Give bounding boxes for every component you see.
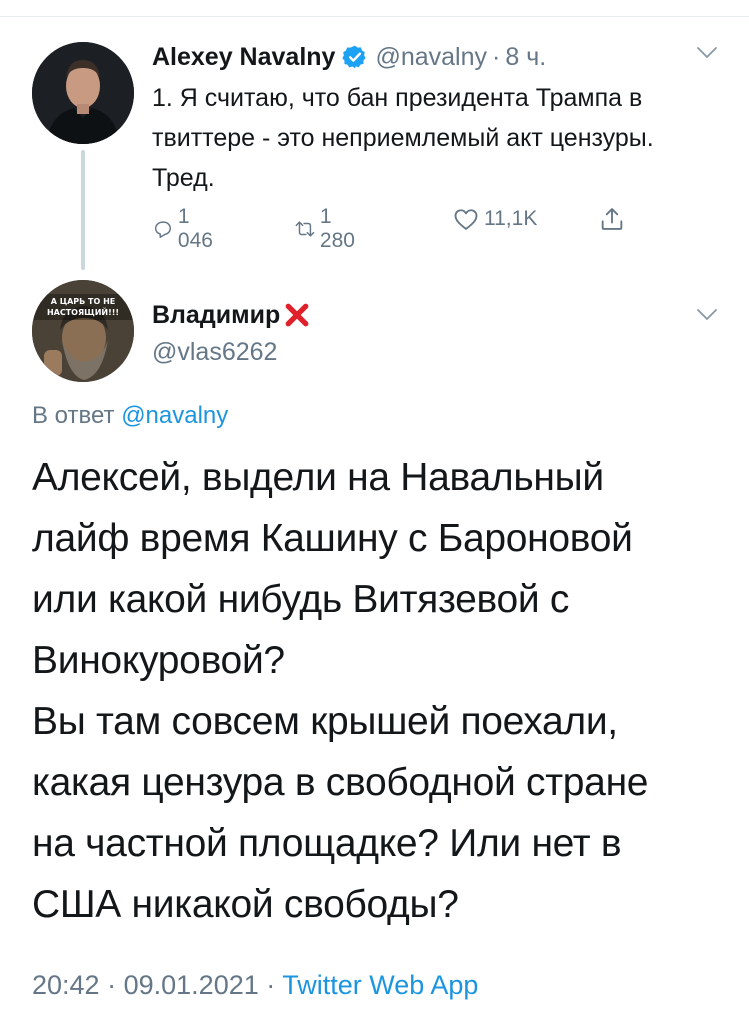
- tweet2-time[interactable]: 20:42: [32, 970, 100, 1000]
- tweet1-text: 1. Я считаю, что бан президента Трампа в…: [152, 84, 654, 192]
- tweet2-author-name[interactable]: Владимир: [152, 301, 280, 330]
- tweet1-time[interactable]: 8 ч.: [505, 43, 546, 72]
- tweet2-meta: 20:42 · 09.01.2021 · Twitter Web App: [32, 970, 478, 1001]
- retweet-button[interactable]: 1 280: [294, 205, 361, 253]
- tweet1-separator: ·: [492, 42, 501, 71]
- like-button[interactable]: 11,1K: [452, 205, 537, 233]
- reply-button[interactable]: 1 046: [152, 205, 219, 253]
- chevron-down-icon[interactable]: [696, 308, 718, 322]
- reply-to-prefix: В ответ: [32, 402, 115, 429]
- tweet2-text-line: США никакой свободы?: [32, 883, 459, 926]
- reply-count: 1 046: [177, 205, 213, 252]
- tweet2-text-line: Винокуровой?: [32, 639, 285, 682]
- thread-line: [81, 150, 85, 270]
- avatar-meme-icon: А ЦАРЬ ТО НЕ НАСТОЯЩИЙ!!!: [32, 280, 134, 382]
- tweet2-text-line: лайф время Кашину с Бароновой: [32, 517, 633, 560]
- avatar-navalny[interactable]: [32, 42, 134, 144]
- meta-separator: ·: [266, 970, 276, 1000]
- reply-to-line: В ответ @navalny: [32, 402, 228, 430]
- tweet2-source[interactable]: Twitter Web App: [282, 970, 478, 1000]
- tweet2-text-line: Вы там совсем крышей поехали,: [32, 700, 618, 743]
- tweet2-text-line: или какой нибудь Витязевой с: [32, 578, 570, 621]
- tweet2-text-line: какая цензура в свободной стране: [32, 761, 649, 804]
- share-button[interactable]: [598, 205, 630, 233]
- tweet1-author-name[interactable]: Alexey Navalny: [152, 43, 335, 72]
- tweet2-text-line: Алексей, выдели на Навальный: [32, 456, 604, 499]
- avatar-portrait-icon: [32, 42, 134, 144]
- avatar-vladimir[interactable]: А ЦАРЬ ТО НЕ НАСТОЯЩИЙ!!!: [32, 280, 134, 382]
- chevron-down-icon[interactable]: [696, 46, 718, 60]
- svg-text:А ЦАРЬ ТО НЕ: А ЦАРЬ ТО НЕ: [51, 297, 116, 306]
- tweet2-date[interactable]: 09.01.2021: [124, 970, 259, 1000]
- meta-separator: ·: [107, 970, 117, 1000]
- reply-to-mention[interactable]: @navalny: [121, 402, 228, 429]
- like-icon: [454, 209, 478, 230]
- retweet-icon: [295, 221, 315, 237]
- like-count: 11,1K: [484, 207, 538, 230]
- svg-text:НАСТОЯЩИЙ!!!: НАСТОЯЩИЙ!!!: [47, 306, 119, 317]
- tweet1-header: Alexey Navalny @navalny · 8 ч.: [152, 42, 546, 72]
- share-icon: [601, 208, 623, 230]
- tweet2-text: Алексей, выдели на Навальный лайф время …: [32, 447, 722, 935]
- verified-badge-icon: [342, 45, 367, 69]
- tweet2-name-row: Владимир: [152, 300, 312, 330]
- retweet-count: 1 280: [319, 205, 355, 252]
- red-x-icon: [285, 303, 309, 327]
- tweet2-text-line: на частной площадке? Или нет в: [32, 822, 622, 865]
- tweet1-handle[interactable]: @navalny: [375, 43, 487, 72]
- top-divider: [0, 16, 749, 17]
- tweet2-handle[interactable]: @vlas6262: [152, 338, 277, 367]
- reply-icon: [154, 221, 171, 238]
